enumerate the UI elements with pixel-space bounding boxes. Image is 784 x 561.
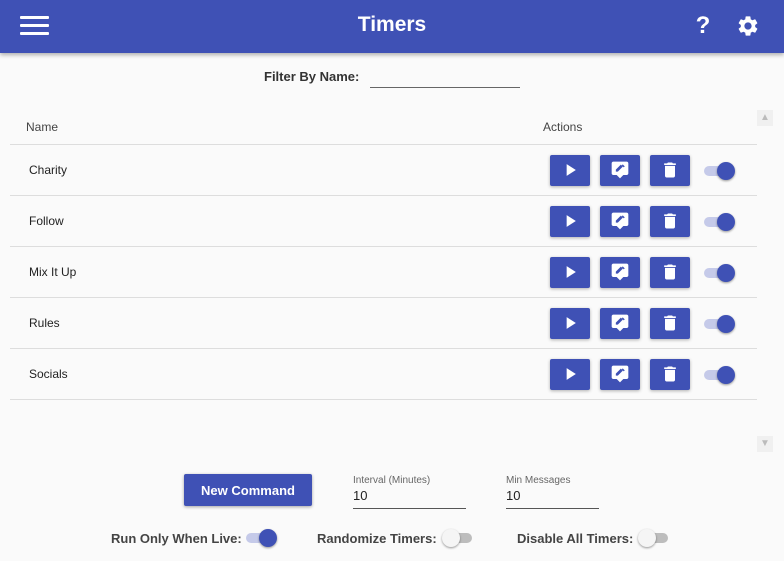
trash-icon: [664, 366, 676, 382]
timer-enabled-toggle[interactable]: [704, 213, 736, 231]
delete-button[interactable]: [650, 308, 690, 339]
min-messages-label: Min Messages: [506, 475, 571, 486]
edit-button[interactable]: [600, 308, 640, 339]
play-button[interactable]: [550, 257, 590, 288]
table-row: Socials: [10, 349, 757, 400]
help-icon[interactable]: ?: [692, 12, 714, 40]
trash-icon: [664, 315, 676, 331]
randomize-timers-toggle[interactable]: [442, 529, 476, 547]
timer-enabled-toggle[interactable]: [704, 366, 736, 384]
timer-enabled-toggle[interactable]: [704, 162, 736, 180]
delete-button[interactable]: [650, 155, 690, 186]
table-header: Name Actions: [10, 117, 757, 145]
edit-button[interactable]: [600, 206, 640, 237]
page-title: Timers: [357, 13, 427, 36]
run-only-when-live-toggle[interactable]: [246, 529, 278, 547]
trash-icon: [664, 162, 676, 178]
column-header-name: Name: [26, 120, 59, 134]
interval-input[interactable]: [353, 488, 466, 503]
edit-message-icon: [611, 263, 629, 281]
trash-icon: [664, 264, 676, 280]
interval-field: Interval (Minutes): [353, 475, 466, 509]
timer-name: Follow: [29, 214, 64, 228]
timer-name: Socials: [29, 367, 68, 381]
delete-button[interactable]: [650, 359, 690, 390]
play-button[interactable]: [550, 155, 590, 186]
play-button[interactable]: [550, 206, 590, 237]
table-row: Charity: [10, 145, 757, 196]
trash-icon: [664, 213, 676, 229]
edit-message-icon: [611, 161, 629, 179]
play-icon: [566, 317, 576, 329]
disable-all-timers-label: Disable All Timers:: [517, 531, 634, 546]
play-icon: [566, 266, 576, 278]
timer-enabled-toggle[interactable]: [704, 315, 736, 333]
play-icon: [566, 164, 576, 176]
table-row: Mix It Up: [10, 247, 757, 298]
min-messages-field: Min Messages: [506, 475, 599, 509]
filter-input[interactable]: [370, 66, 520, 88]
delete-button[interactable]: [650, 206, 690, 237]
edit-button[interactable]: [600, 257, 640, 288]
timer-enabled-toggle[interactable]: [704, 264, 736, 282]
play-icon: [566, 368, 576, 380]
min-messages-input[interactable]: [506, 488, 599, 503]
timer-name: Rules: [29, 316, 60, 330]
scroll-up-arrow-icon[interactable]: ▲: [757, 110, 773, 126]
run-only-when-live-label: Run Only When Live:: [111, 531, 242, 546]
play-button[interactable]: [550, 359, 590, 390]
filter-label: Filter By Name:: [264, 69, 360, 84]
edit-message-icon: [611, 365, 629, 383]
timer-name: Mix It Up: [29, 265, 77, 279]
new-command-button[interactable]: New Command: [184, 474, 312, 506]
edit-message-icon: [611, 314, 629, 332]
table-row: Follow: [10, 196, 757, 247]
table-row: Rules: [10, 298, 757, 349]
edit-button[interactable]: [600, 359, 640, 390]
delete-button[interactable]: [650, 257, 690, 288]
edit-message-icon: [611, 212, 629, 230]
play-icon: [566, 215, 576, 227]
timer-name: Charity: [29, 163, 68, 177]
gear-icon[interactable]: [736, 14, 760, 38]
randomize-timers-label: Randomize Timers:: [317, 531, 437, 546]
disable-all-timers-toggle[interactable]: [638, 529, 672, 547]
column-header-actions: Actions: [543, 120, 583, 134]
scroll-down-arrow-icon[interactable]: ▼: [757, 436, 773, 452]
edit-button[interactable]: [600, 155, 640, 186]
app-header: Timers ?: [0, 0, 784, 53]
interval-label: Interval (Minutes): [353, 475, 431, 486]
play-button[interactable]: [550, 308, 590, 339]
